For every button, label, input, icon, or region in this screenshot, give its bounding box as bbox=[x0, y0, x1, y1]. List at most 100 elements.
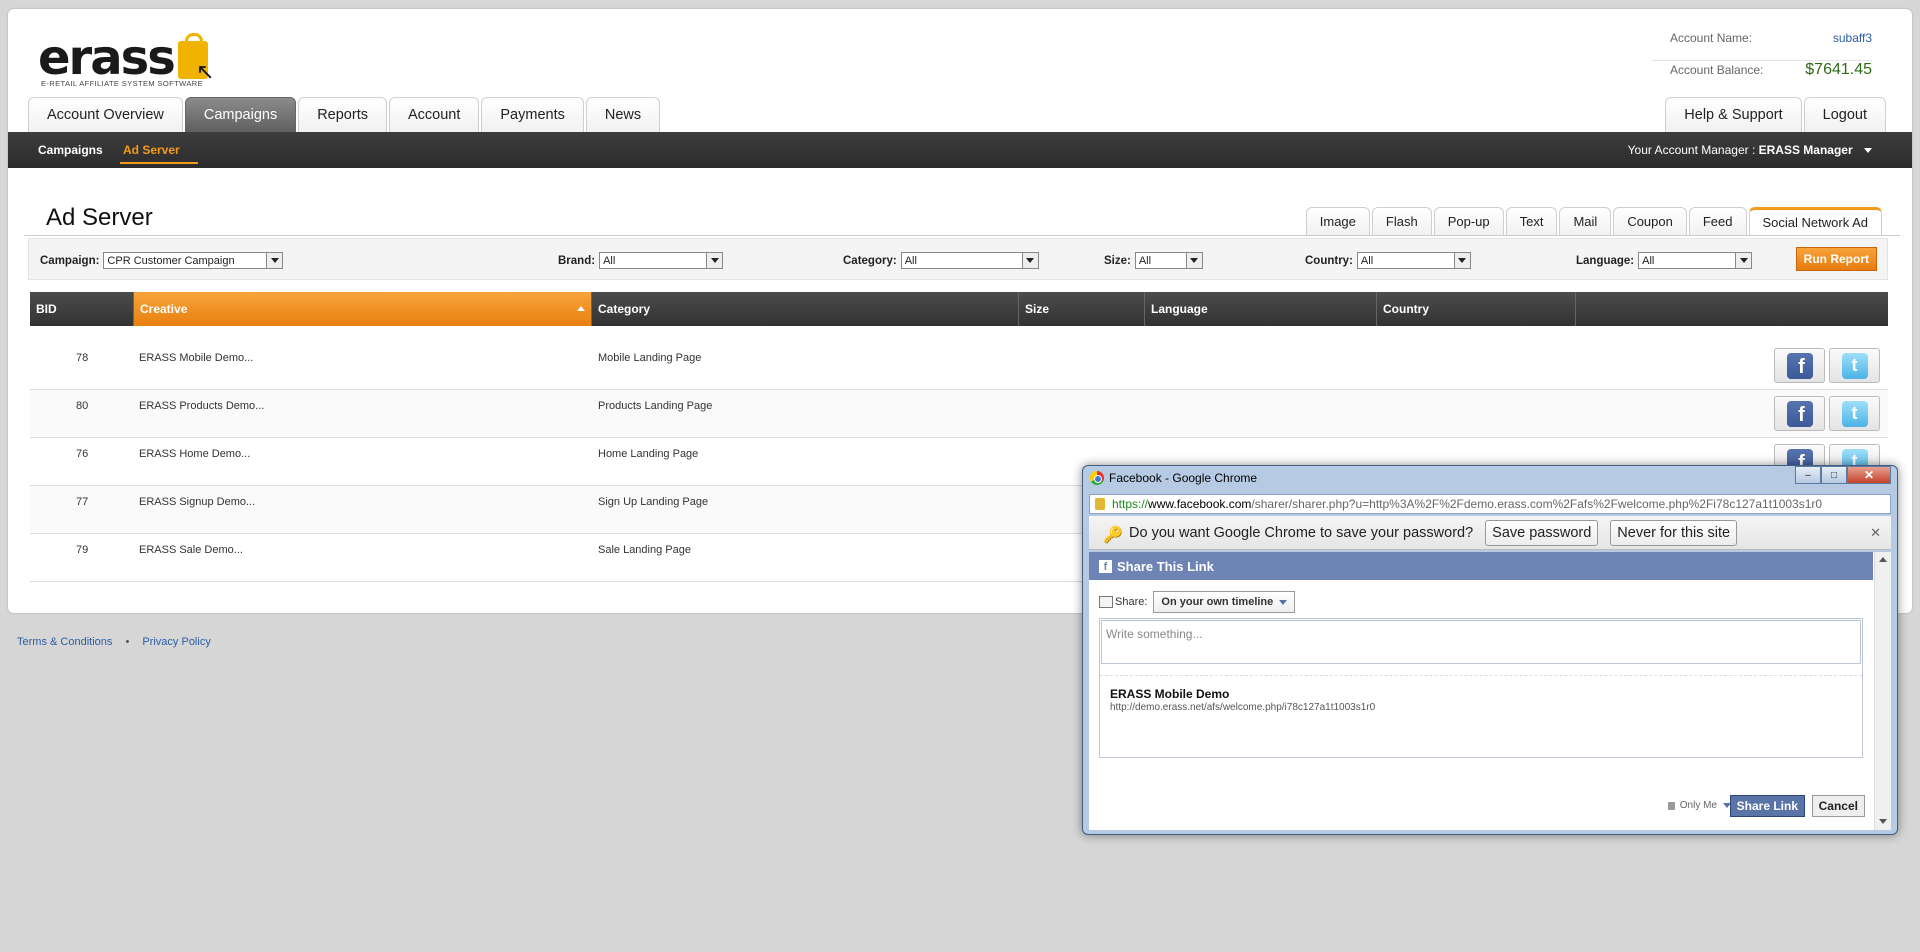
row-bid: 79 bbox=[76, 544, 89, 556]
col-category[interactable]: Category bbox=[592, 292, 1019, 326]
privacy-selector[interactable]: Only Me bbox=[1667, 800, 1731, 811]
attachment-url: http://demo.erass.net/afs/welcome.php/i7… bbox=[1110, 702, 1376, 713]
run-report-button[interactable]: Run Report bbox=[1795, 247, 1877, 271]
never-for-site-button[interactable]: Never for this site bbox=[1610, 519, 1738, 546]
row-creative[interactable]: ERASS Sale Demo... bbox=[139, 544, 243, 556]
tab-account[interactable]: Account bbox=[388, 97, 480, 132]
account-info: Account Name: subaff3 Account Balance: $… bbox=[1652, 31, 1872, 91]
brand-filter: Brand: All bbox=[558, 252, 724, 269]
twitter-share-button[interactable]: t bbox=[1829, 396, 1880, 431]
row-creative[interactable]: ERASS Signup Demo... bbox=[139, 496, 255, 508]
adtab-image[interactable]: Image bbox=[1305, 207, 1370, 235]
chevron-down-icon bbox=[1864, 148, 1872, 154]
campaign-label: Campaign: bbox=[40, 254, 100, 267]
brand-label: Brand: bbox=[558, 254, 596, 267]
col-country[interactable]: Country bbox=[1377, 292, 1576, 326]
url-path: /sharer/sharer.php?u=http%3A%2F%2Fdemo.e… bbox=[1251, 497, 1823, 511]
row-category: Products Landing Page bbox=[598, 400, 713, 412]
account-manager-name: ERASS Manager bbox=[1758, 143, 1853, 157]
brand-select[interactable]: All bbox=[599, 252, 724, 269]
adtab-mail[interactable]: Mail bbox=[1559, 207, 1612, 235]
tab-help-support[interactable]: Help & Support bbox=[1665, 97, 1802, 132]
brand-value: All bbox=[603, 254, 616, 267]
size-select[interactable]: All bbox=[1134, 252, 1203, 269]
adtab-coupon[interactable]: Coupon bbox=[1613, 207, 1687, 235]
category-filter: Category: All bbox=[843, 252, 1039, 269]
adtab-feed[interactable]: Feed bbox=[1688, 207, 1747, 235]
sub-navigation: Campaigns Ad Server Your Account Manager… bbox=[8, 132, 1912, 168]
subnav-ad-server[interactable]: Ad Server bbox=[123, 143, 180, 157]
row-category: Home Landing Page bbox=[598, 448, 699, 460]
lock-icon bbox=[1095, 498, 1105, 510]
facebook-share-button[interactable]: f bbox=[1774, 348, 1825, 383]
size-filter: Size: All bbox=[1104, 252, 1203, 269]
sort-ascending-icon bbox=[577, 306, 585, 311]
tab-account-overview[interactable]: Account Overview bbox=[28, 97, 183, 132]
tab-news[interactable]: News bbox=[585, 97, 661, 132]
twitter-icon: t bbox=[1841, 352, 1868, 379]
cancel-button[interactable]: Cancel bbox=[1811, 795, 1865, 817]
scroll-down-icon[interactable] bbox=[1879, 819, 1887, 824]
window-titlebar[interactable]: Facebook - Google Chrome – □ ✕ bbox=[1083, 466, 1897, 490]
address-bar[interactable]: https:// www.facebook.com /sharer/sharer… bbox=[1089, 494, 1891, 514]
share-link-button[interactable]: Share Link bbox=[1729, 795, 1805, 817]
subnav-campaigns[interactable]: Campaigns bbox=[38, 143, 103, 157]
terms-link[interactable]: Terms & Conditions bbox=[17, 636, 112, 648]
dropdown-arrow-icon bbox=[706, 253, 723, 268]
campaign-select[interactable]: CPR Customer Campaign bbox=[103, 252, 284, 269]
col-bid[interactable]: BID bbox=[30, 292, 134, 326]
row-creative[interactable]: ERASS Home Demo... bbox=[139, 448, 250, 460]
account-manager[interactable]: Your Account Manager : ERASS Manager bbox=[1628, 143, 1872, 157]
tab-payments[interactable]: Payments bbox=[481, 97, 584, 132]
url-scheme: https:// bbox=[1112, 497, 1149, 511]
table-row: 78 ERASS Mobile Demo... Mobile Landing P… bbox=[30, 342, 1888, 390]
share-target-row: Share: On your own timeline bbox=[1099, 591, 1296, 613]
dropdown-arrow-icon bbox=[266, 253, 283, 268]
share-header-title: Share This Link bbox=[1117, 558, 1214, 574]
privacy-value: Only Me bbox=[1679, 800, 1717, 811]
url-domain: www.facebook.com bbox=[1148, 497, 1252, 511]
save-password-button[interactable]: Save password bbox=[1485, 519, 1599, 546]
tab-reports[interactable]: Reports bbox=[298, 97, 387, 132]
row-creative[interactable]: ERASS Products Demo... bbox=[139, 400, 264, 412]
close-button[interactable]: ✕ bbox=[1847, 466, 1891, 484]
adtab-text[interactable]: Text bbox=[1505, 207, 1558, 235]
scroll-up-icon[interactable] bbox=[1879, 557, 1887, 562]
language-select[interactable]: All bbox=[1638, 252, 1753, 269]
facebook-icon: f bbox=[1099, 559, 1112, 573]
language-label: Language: bbox=[1576, 254, 1635, 267]
account-name[interactable]: subaff3 bbox=[1833, 31, 1872, 45]
col-language[interactable]: Language bbox=[1145, 292, 1377, 326]
tab-campaigns[interactable]: Campaigns bbox=[184, 97, 297, 132]
erass-logo[interactable]: erass ↖ bbox=[38, 33, 214, 84]
adtab-flash[interactable]: Flash bbox=[1371, 207, 1432, 235]
minimize-button[interactable]: – bbox=[1795, 466, 1821, 484]
scrollbar[interactable] bbox=[1874, 552, 1891, 830]
chevron-down-icon bbox=[1279, 599, 1288, 605]
write-something-input[interactable]: Write something... bbox=[1101, 620, 1861, 664]
share-header: f Share This Link bbox=[1089, 552, 1873, 580]
adtab-social-network-ad[interactable]: Social Network Ad bbox=[1748, 207, 1882, 235]
privacy-link[interactable]: Privacy Policy bbox=[142, 636, 210, 648]
size-value: All bbox=[1138, 254, 1152, 267]
facebook-share-button[interactable]: f bbox=[1774, 396, 1825, 431]
category-select[interactable]: All bbox=[900, 252, 1039, 269]
infobar-text: Do you want Google Chrome to save your p… bbox=[1129, 524, 1474, 541]
close-icon[interactable]: ✕ bbox=[1870, 525, 1881, 541]
col-creative-label: Creative bbox=[140, 302, 188, 316]
campaign-value: CPR Customer Campaign bbox=[107, 254, 235, 267]
footer: Terms & Conditions • Privacy Policy bbox=[17, 636, 221, 648]
language-value: All bbox=[1642, 254, 1655, 267]
share-box: Write something... ERASS Mobile Demo htt… bbox=[1099, 618, 1863, 758]
adtab-popup[interactable]: Pop-up bbox=[1433, 207, 1504, 235]
tab-logout[interactable]: Logout bbox=[1803, 97, 1886, 132]
twitter-share-button[interactable]: t bbox=[1829, 348, 1880, 383]
col-creative[interactable]: Creative bbox=[134, 292, 592, 326]
account-manager-label: Your Account Manager : bbox=[1627, 143, 1756, 157]
row-creative[interactable]: ERASS Mobile Demo... bbox=[139, 352, 253, 364]
window-title: Facebook - Google Chrome bbox=[1109, 471, 1258, 485]
maximize-button[interactable]: □ bbox=[1821, 466, 1847, 484]
share-target-select[interactable]: On your own timeline bbox=[1153, 591, 1296, 613]
col-size[interactable]: Size bbox=[1019, 292, 1145, 326]
country-select[interactable]: All bbox=[1356, 252, 1471, 269]
